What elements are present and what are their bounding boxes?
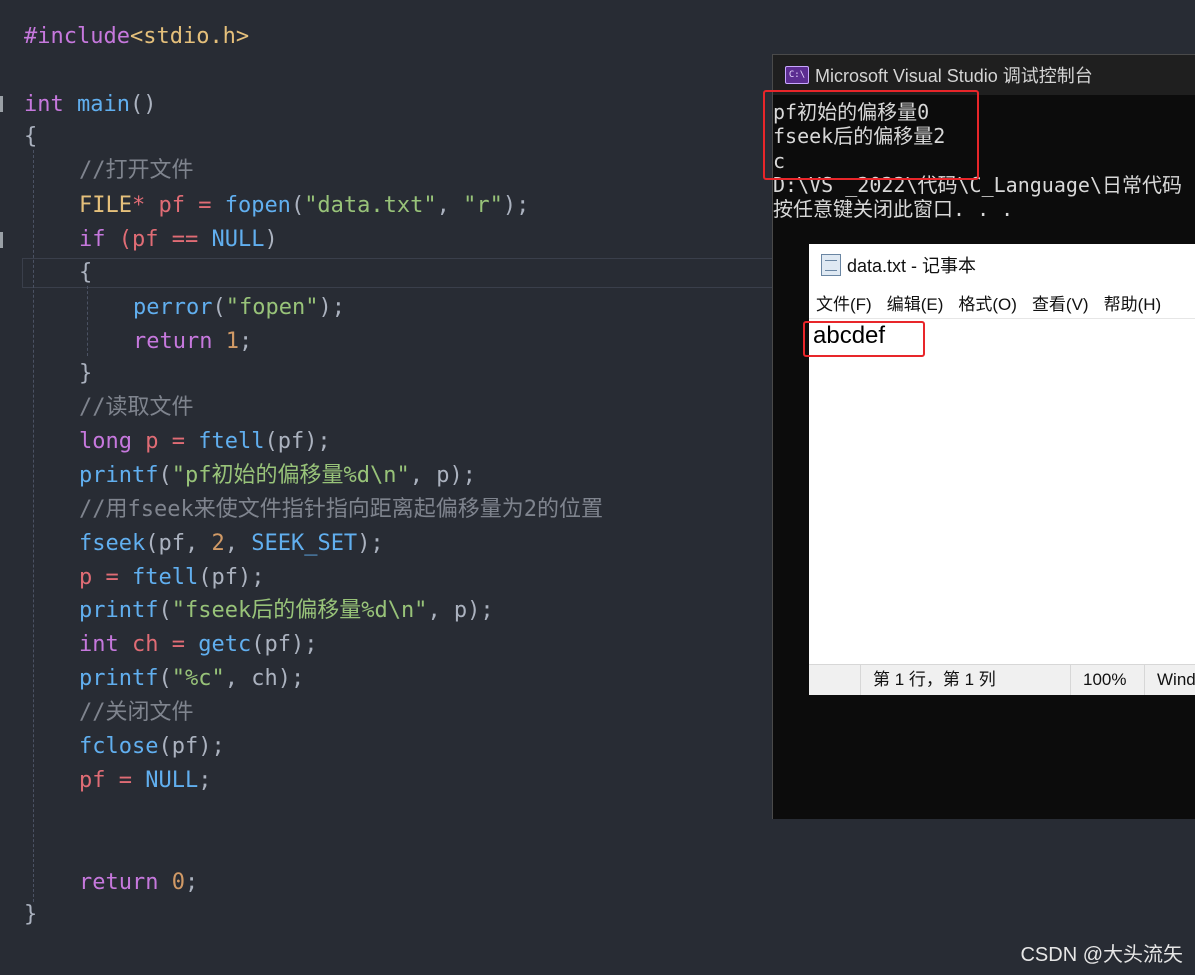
notepad-title: data.txt - 记事本 <box>847 256 977 276</box>
vs-console-icon: C:\ <box>785 66 809 84</box>
code-line-return: return 0; <box>79 870 199 895</box>
code-line-fclose: fclose(pf); <box>79 734 225 759</box>
console-title: Microsoft Visual Studio 调试控制台 <box>815 66 1093 86</box>
status-encoding: Wind <box>1144 665 1195 695</box>
code-line-brace-open: { <box>79 260 93 285</box>
code-line-ftell: long p = ftell(pf); <box>79 429 331 454</box>
menu-file[interactable]: 文件(F) <box>816 290 872 315</box>
console-output-line: 按任意键关闭此窗口. . . <box>773 197 1014 221</box>
code-comment: //关闭文件 <box>79 700 194 725</box>
notepad-window[interactable]: data.txt - 记事本 文件(F) 编辑(E) 格式(O) 查看(V) 帮… <box>803 244 1195 695</box>
code-line-brace-close: } <box>79 361 93 386</box>
notepad-statusbar: 第 1 行，第 1 列 100% Wind <box>809 664 1195 695</box>
code-line-null: pf = NULL; <box>79 768 212 793</box>
code-line-brace-close: } <box>24 902 38 927</box>
status-position: 第 1 行，第 1 列 <box>860 665 1070 695</box>
gutter-marker <box>0 96 3 112</box>
notepad-titlebar[interactable]: data.txt - 记事本 <box>809 244 1195 286</box>
menu-format[interactable]: 格式(O) <box>958 290 1017 315</box>
code-comment: //打开文件 <box>79 158 194 183</box>
current-line-highlight <box>22 258 774 288</box>
menu-help[interactable]: 帮助(H) <box>1104 290 1162 315</box>
code-line-getc: int ch = getc(pf); <box>79 632 318 657</box>
code-line-include: #include<stdio.h> <box>24 24 250 49</box>
code-line-printf: printf("fseek后的偏移量%d\n", p); <box>79 598 494 623</box>
menu-view[interactable]: 查看(V) <box>1032 290 1089 315</box>
indent-guide <box>87 286 88 356</box>
watermark: CSDN @大头流矢 <box>1020 944 1183 966</box>
notepad-text-area[interactable] <box>809 319 1195 664</box>
code-line-brace-open: { <box>24 124 38 149</box>
code-line-if: if (pf == NULL) <box>79 227 278 252</box>
code-line-main: int main() <box>24 92 157 117</box>
code-line-printf: printf("%c", ch); <box>79 666 305 691</box>
console-titlebar[interactable]: C:\ Microsoft Visual Studio 调试控制台 <box>773 55 1195 95</box>
code-line-perror: perror("fopen"); <box>133 295 345 320</box>
status-zoom: 100% <box>1070 665 1144 695</box>
code-comment: //读取文件 <box>79 395 194 420</box>
code-line-fseek: fseek(pf, 2, SEEK_SET); <box>79 531 384 556</box>
menu-edit[interactable]: 编辑(E) <box>887 290 944 315</box>
code-line-ftell: p = ftell(pf); <box>79 565 265 590</box>
notepad-icon <box>821 254 841 276</box>
highlight-box <box>803 321 925 357</box>
code-line-fopen: FILE* pf = fopen("data.txt", "r"); <box>79 193 530 218</box>
code-line-printf: printf("pf初始的偏移量%d\n", p); <box>79 463 476 488</box>
code-comment: //用fseek来使文件指针指向距离起偏移量为2的位置 <box>79 497 603 522</box>
gutter-marker <box>0 232 3 248</box>
indent-guide <box>33 150 34 902</box>
highlight-box <box>763 90 979 180</box>
code-line-return: return 1; <box>133 329 253 354</box>
notepad-menubar: 文件(F) 编辑(E) 格式(O) 查看(V) 帮助(H) <box>809 286 1195 319</box>
